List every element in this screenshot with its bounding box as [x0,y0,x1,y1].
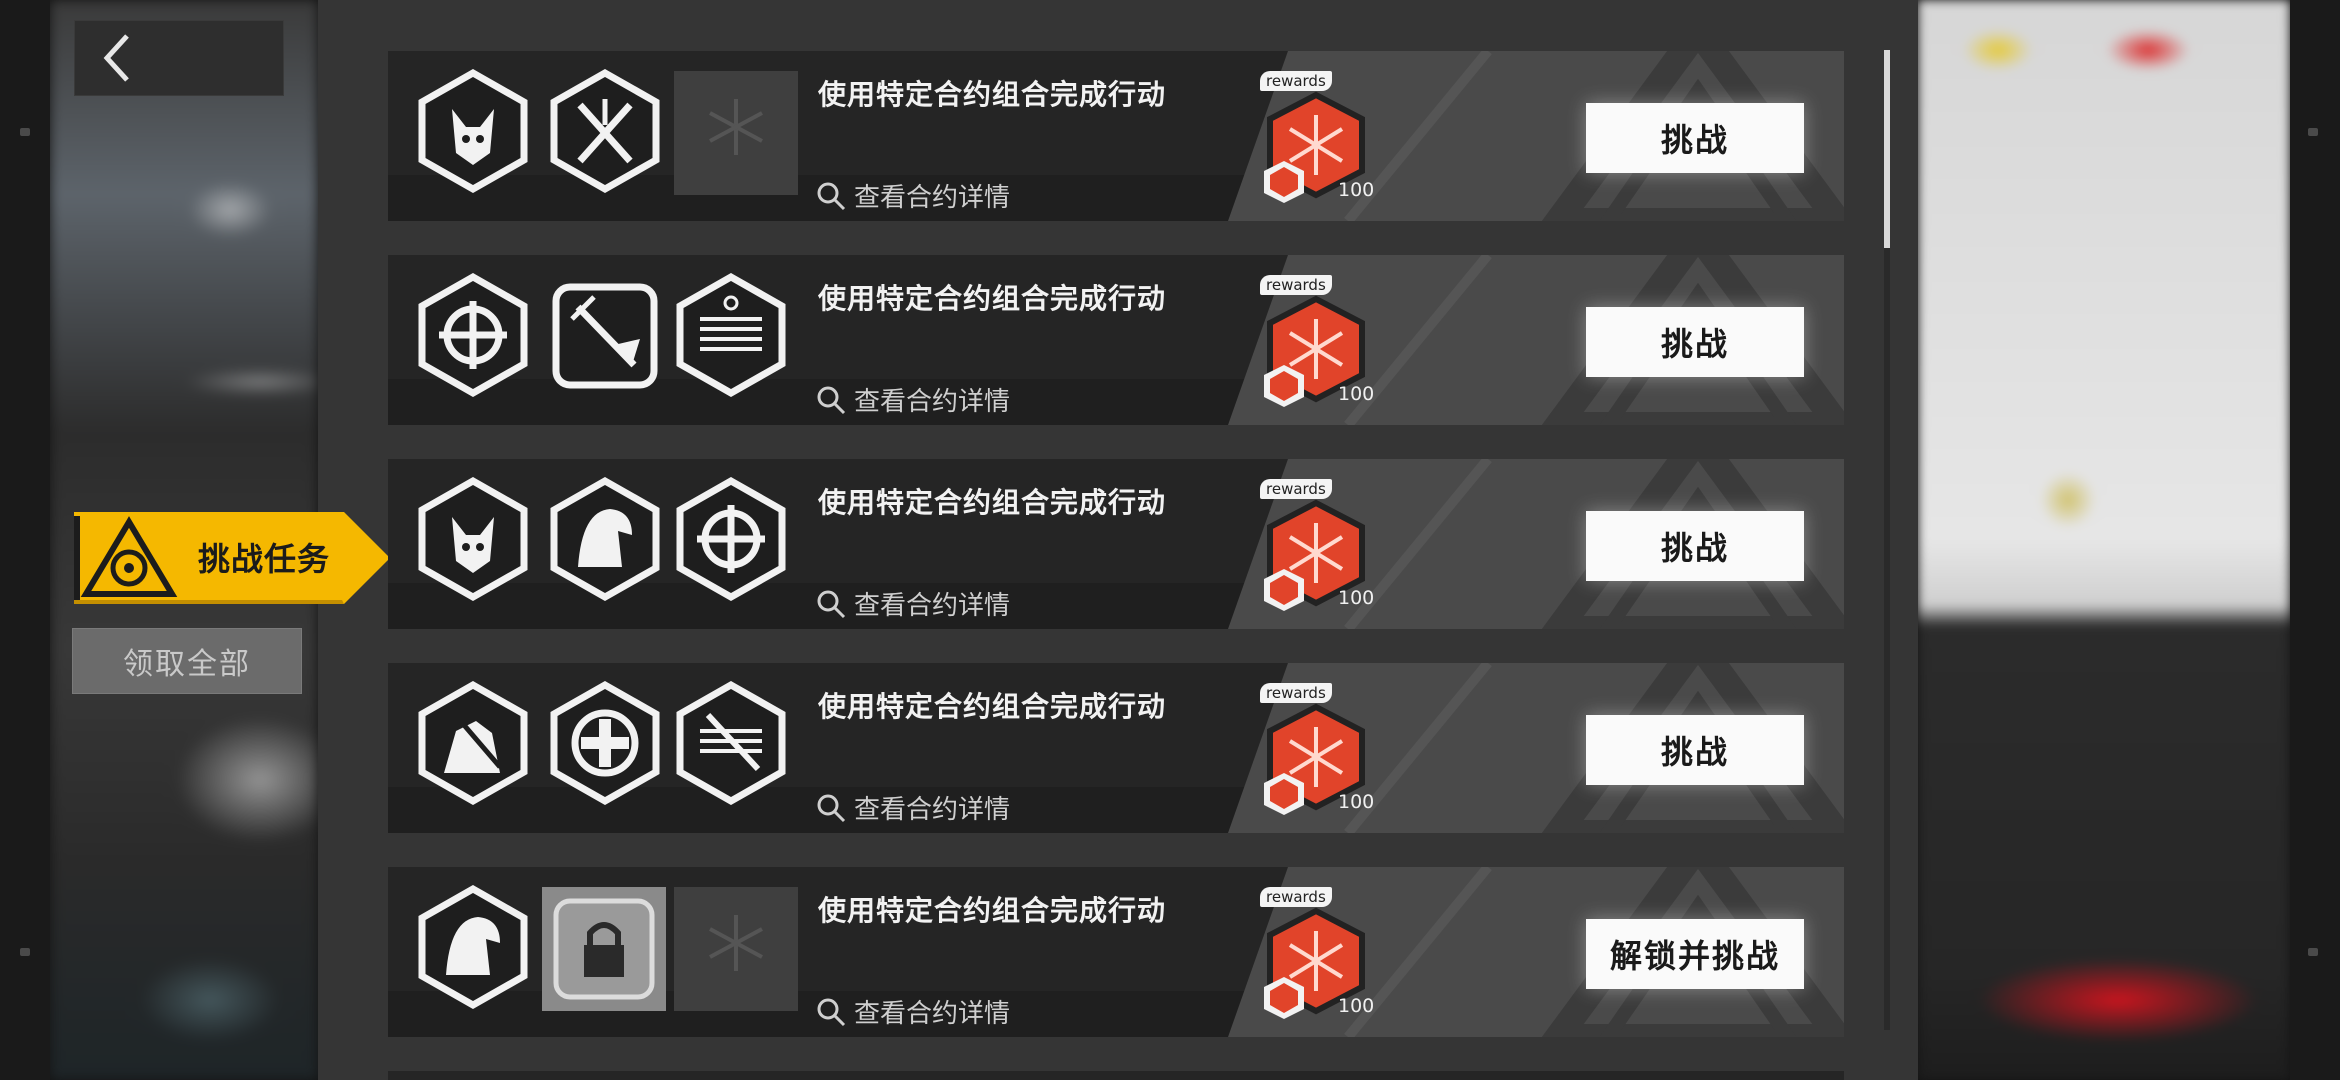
details-label: 查看合约详情 [854,387,1011,417]
rewards-tag: rewards [1260,479,1332,499]
masked-warrior-icon[interactable] [416,68,530,194]
reward-count: 100 [1338,995,1375,1017]
task-title: 使用特定合约组合完成行动 [818,486,1167,519]
details-label: 查看合约详情 [854,795,1011,825]
reward-badge[interactable]: rewards 100 [1258,275,1388,415]
reward-count: 100 [1338,791,1375,813]
search-icon [817,182,846,210]
crosshair-icon[interactable] [416,272,530,398]
rewards-tag: rewards [1260,275,1332,295]
task-card: 使用特定合约组合完成行动 查看合约详情 rewards 100 解锁并挑战 [388,867,1844,1037]
edge-marker [20,948,30,956]
search-icon [817,998,846,1026]
padlock-icon[interactable] [542,887,666,1011]
empty-contract-slot[interactable] [674,71,798,195]
tab-challenge-tasks[interactable]: 挑战任务 [74,512,390,604]
masked-warrior-icon[interactable] [416,476,530,602]
chevron-left-icon [103,34,129,82]
sword-document-icon[interactable] [674,680,788,806]
task-title: 使用特定合约组合完成行动 [818,894,1167,927]
edge-marker [2308,128,2318,136]
search-icon [817,590,846,618]
right-edge [2290,0,2340,1080]
details-label: 查看合约详情 [854,591,1011,621]
details-label: 查看合约详情 [854,999,1011,1029]
challenge-button[interactable]: 挑战 [1586,511,1804,581]
view-contract-details-link[interactable]: 查看合约详情 [816,585,1010,622]
task-card-partial [388,1071,1844,1080]
search-icon [817,794,846,822]
search-icon [817,386,846,414]
task-card: 使用特定合约组合完成行动 查看合约详情 rewards 100 挑战 [388,51,1844,221]
hooded-figure-icon[interactable] [416,884,530,1010]
knight-icon[interactable] [416,680,530,806]
challenge-emblem-icon [74,516,178,600]
crossed-swords-icon[interactable] [548,68,662,194]
task-card: 使用特定合约组合完成行动 查看合约详情 rewards 100 挑战 [388,663,1844,833]
view-contract-details-link[interactable]: 查看合约详情 [816,789,1010,826]
reward-count: 100 [1338,383,1375,405]
view-contract-details-link[interactable]: 查看合约详情 [816,177,1010,214]
claim-all-button[interactable]: 领取全部 [72,628,302,694]
sword-dagger-icon[interactable] [548,273,662,397]
left-edge [0,0,50,1080]
task-title: 使用特定合约组合完成行动 [818,78,1167,111]
document-contract-icon[interactable] [674,272,788,398]
view-contract-details-link[interactable]: 查看合约详情 [816,381,1010,418]
reward-badge[interactable]: rewards 100 [1258,479,1388,619]
hooded-figure-icon[interactable] [548,476,662,602]
reward-badge[interactable]: rewards 100 [1258,683,1388,823]
reward-badge[interactable]: rewards 100 [1258,887,1388,1027]
crosshair-icon[interactable] [674,476,788,602]
tab-label: 挑战任务 [198,540,331,578]
reward-count: 100 [1338,587,1375,609]
reward-badge[interactable]: rewards 100 [1258,71,1388,211]
rewards-tag: rewards [1260,683,1332,703]
background-right-blurred [1918,0,2290,1080]
rewards-tag: rewards [1260,887,1332,907]
challenge-button[interactable]: 挑战 [1586,103,1804,173]
task-title: 使用特定合约组合完成行动 [818,690,1167,723]
view-contract-details-link[interactable]: 查看合约详情 [816,993,1010,1030]
medical-cross-icon[interactable] [548,680,662,806]
rewards-tag: rewards [1260,71,1332,91]
back-button[interactable] [74,20,284,96]
unlock-and-challenge-button[interactable]: 解锁并挑战 [1586,919,1804,989]
task-card: 使用特定合约组合完成行动 查看合约详情 rewards 100 挑战 [388,459,1844,629]
edge-marker [20,128,30,136]
task-title: 使用特定合约组合完成行动 [818,282,1167,315]
edge-marker [2308,948,2318,956]
task-card: 使用特定合约组合完成行动 查看合约详情 rewards 100 挑战 [388,255,1844,425]
details-label: 查看合约详情 [854,183,1011,213]
challenge-button[interactable]: 挑战 [1586,307,1804,377]
empty-contract-slot[interactable] [674,887,798,1011]
reward-count: 100 [1338,179,1375,201]
challenge-button[interactable]: 挑战 [1586,715,1804,785]
scrollbar-thumb[interactable] [1884,50,1890,248]
